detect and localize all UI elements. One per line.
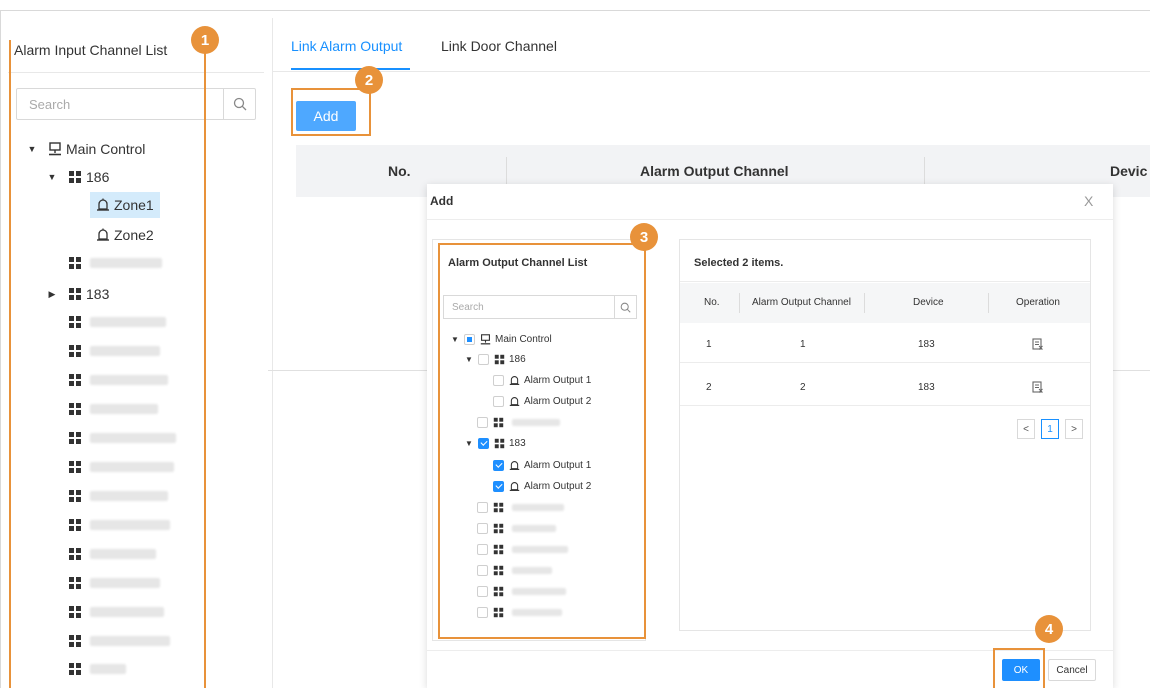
tab-link-alarm-output[interactable]: Link Alarm Output (291, 38, 402, 54)
column-header-operation: Operation (1016, 297, 1060, 308)
callout-badge-1: 1 (191, 26, 219, 54)
search-button[interactable] (223, 89, 255, 119)
callout-highlight-ok-button (993, 648, 1045, 688)
callout-highlight-output-list (438, 243, 646, 639)
search-icon (233, 97, 246, 111)
column-header-no: No. (704, 297, 720, 308)
tab-bar-divider (272, 71, 1150, 72)
column-separator (864, 293, 865, 313)
window-left-border (0, 10, 1, 688)
delete-icon[interactable] (1032, 381, 1043, 396)
row-1-channel: 1 (800, 339, 806, 350)
column-header-device: Devic (1110, 163, 1148, 179)
active-tab-indicator (291, 68, 410, 70)
window-top-border (0, 10, 1150, 11)
column-separator (506, 157, 507, 185)
pager-page-button[interactable]: 1 (1041, 419, 1059, 439)
panel-divider (272, 18, 273, 688)
selected-count-label: Selected 2 items. (694, 257, 784, 269)
row-divider (680, 362, 1090, 363)
delete-icon[interactable] (1032, 338, 1043, 353)
column-header-device: Device (913, 297, 944, 308)
column-separator (924, 157, 925, 185)
callout-highlight-channel-list (9, 40, 206, 688)
pager-prev-button[interactable]: < (1017, 419, 1035, 439)
row-2-device: 183 (918, 382, 935, 393)
pager-next-button[interactable]: > (1065, 419, 1083, 439)
row-divider (680, 405, 1090, 406)
column-separator (739, 293, 740, 313)
dialog-title-divider (427, 219, 1113, 220)
row-2-channel: 2 (800, 382, 806, 393)
row-1-no: 1 (706, 339, 712, 350)
cancel-button[interactable]: Cancel (1048, 659, 1096, 681)
column-separator (988, 293, 989, 313)
column-header-alarm-output-channel: Alarm Output Channel (640, 163, 789, 179)
callout-badge-3: 3 (630, 223, 658, 251)
row-2-no: 2 (706, 382, 712, 393)
callout-badge-2: 2 (355, 66, 383, 94)
column-header-alarm-output-channel: Alarm Output Channel (752, 297, 851, 308)
column-header-no: No. (388, 163, 411, 179)
dialog-title: Add (430, 194, 454, 208)
tab-link-door-channel[interactable]: Link Door Channel (441, 38, 557, 54)
row-1-device: 183 (918, 339, 935, 350)
close-icon[interactable]: X (1084, 193, 1093, 209)
selected-title-divider (680, 281, 1090, 282)
callout-highlight-add-button (291, 88, 371, 136)
callout-badge-4: 4 (1035, 615, 1063, 643)
